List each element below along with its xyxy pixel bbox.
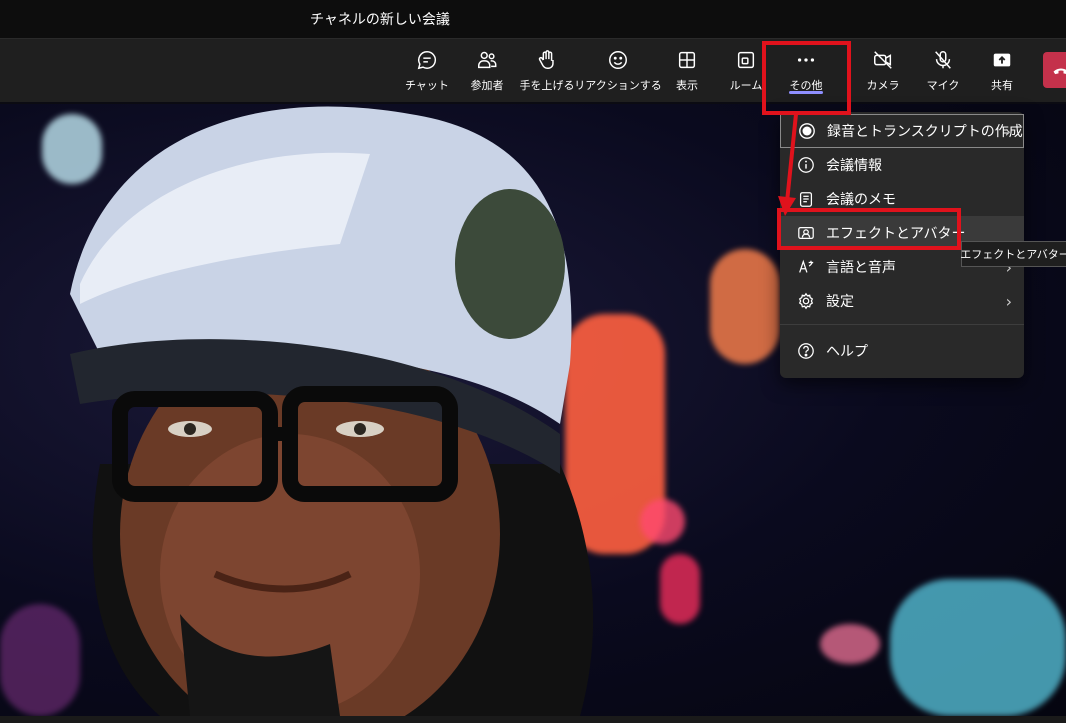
- menu-item-recording[interactable]: 録音とトランスクリプトの作成 ›: [780, 114, 1024, 148]
- share-label: 共有: [991, 78, 1013, 92]
- chat-label: チャット: [405, 78, 449, 92]
- highlight-more-button: [762, 41, 851, 115]
- chat-button[interactable]: チャット: [405, 39, 449, 102]
- menu-item-label: 設定: [826, 294, 854, 310]
- leave-button[interactable]: [1043, 52, 1066, 88]
- help-icon: [796, 341, 816, 361]
- chat-icon: [417, 50, 437, 69]
- share-button[interactable]: 共有: [982, 39, 1022, 102]
- rooms-label: ルーム: [729, 78, 763, 92]
- reaction-icon: [609, 50, 627, 69]
- bottom-edge: [0, 716, 1066, 723]
- people-icon: [478, 51, 497, 68]
- background-light: [710, 249, 780, 364]
- participants-button[interactable]: 参加者: [465, 39, 509, 102]
- background-light: [890, 579, 1066, 716]
- tooltip: エフェクトとアバター: [960, 241, 1066, 267]
- mic-off-icon: [935, 50, 951, 69]
- menu-item-label: 会議のメモ: [826, 192, 896, 208]
- chevron-right-icon: ›: [1004, 121, 1011, 141]
- meeting-title: チャネルの新しい会議: [310, 12, 450, 28]
- settings-gear-icon: [796, 291, 816, 311]
- annotation-arrow: [778, 113, 798, 216]
- avatar-video: [70, 106, 594, 716]
- mic-button[interactable]: マイク: [923, 39, 963, 102]
- mic-label: マイク: [926, 78, 960, 92]
- raise-hand-icon: [538, 49, 554, 69]
- camera-label: カメラ: [866, 78, 900, 92]
- view-label: 表示: [676, 78, 698, 92]
- phone-hangup-icon: [1053, 68, 1066, 75]
- meeting-toolbar: チャット 参加者 手を上げる リアクションする 表示 ルーム その他 カメラ マ…: [0, 39, 1066, 102]
- menu-item-label: 会議情報: [826, 158, 882, 174]
- view-grid-icon: [678, 51, 696, 68]
- background-light: [820, 624, 880, 664]
- menu-item-help[interactable]: ヘルプ: [780, 334, 1024, 368]
- menu-item-settings[interactable]: 設定 ›: [780, 284, 1024, 318]
- camera-button[interactable]: カメラ: [863, 39, 903, 102]
- menu-divider: [780, 324, 1024, 325]
- language-speech-icon: [796, 257, 816, 277]
- menu-item-label: 録音とトランスクリプトの作成: [827, 124, 1023, 140]
- chevron-right-icon: ›: [1005, 291, 1012, 311]
- participants-label: 参加者: [470, 78, 504, 92]
- camera-off-icon: [874, 50, 892, 69]
- reaction-button[interactable]: リアクションする: [574, 39, 662, 102]
- reaction-label: リアクションする: [574, 78, 662, 92]
- title-bar: チャネルの新しい会議: [0, 0, 1066, 39]
- raise-hand-label: 手を上げる: [519, 78, 575, 92]
- menu-item-label: 言語と音声: [826, 260, 896, 276]
- view-button[interactable]: 表示: [665, 39, 709, 102]
- rooms-icon: [737, 51, 755, 68]
- raise-hand-button[interactable]: 手を上げる: [519, 39, 575, 102]
- rooms-button[interactable]: ルーム: [726, 39, 766, 102]
- share-icon: [993, 53, 1011, 66]
- menu-item-meeting-info[interactable]: 会議情報: [780, 148, 1024, 182]
- menu-item-label: ヘルプ: [826, 344, 868, 360]
